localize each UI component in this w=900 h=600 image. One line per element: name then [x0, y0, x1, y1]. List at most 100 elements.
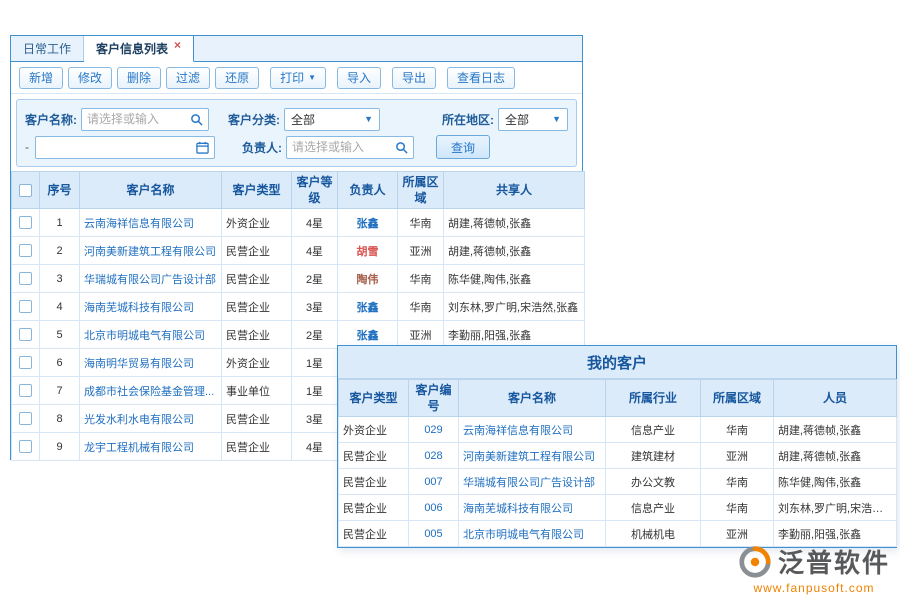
select-all-checkbox[interactable] [19, 184, 32, 197]
customer-table-header-row: 序号 客户名称 客户类型 客户等级 负责人 所属区域 共享人 [12, 172, 585, 209]
customer-row[interactable]: 4 海南芜城科技有限公司 民营企业 3星 张鑫 华南 刘东林,罗广明,宋浩然,张… [12, 293, 585, 321]
cell-index: 2 [40, 237, 80, 265]
row-checkbox[interactable] [19, 244, 32, 257]
query-button[interactable]: 查询 [436, 135, 490, 159]
cell-region: 华南 [701, 495, 774, 521]
calendar-icon[interactable] [196, 141, 209, 154]
cell-customer-type: 民营企业 [222, 433, 292, 461]
my-customer-row[interactable]: 民营企业 006 海南芜城科技有限公司 信息产业 华南 刘东林,罗广明,宋浩然,… [339, 495, 897, 521]
chevron-down-icon: ▼ [364, 114, 373, 124]
customer-category-select[interactable]: 全部 ▼ [284, 108, 380, 131]
cell-customer-name: 北京市明城电气有限公司 [80, 321, 222, 349]
cell-index: 6 [40, 349, 80, 377]
row-checkbox[interactable] [19, 412, 32, 425]
cell-customer-name: 光发水利水电有限公司 [80, 405, 222, 433]
cell-industry: 机械机电 [606, 521, 701, 547]
cell-index: 1 [40, 209, 80, 237]
cell-type: 民营企业 [339, 469, 409, 495]
row-checkbox[interactable] [19, 384, 32, 397]
owner-link[interactable]: 张鑫 [357, 218, 379, 230]
date-input-wrap [35, 136, 215, 159]
cell-customer-type: 民营企业 [222, 405, 292, 433]
customer-name-link[interactable]: 河南美新建筑工程有限公司 [84, 246, 216, 258]
region-filter-value: 全部 [505, 111, 529, 128]
cell-type: 民营企业 [339, 521, 409, 547]
customer-name-link[interactable]: 北京市明城电气有限公司 [84, 330, 205, 342]
customer-code-link[interactable]: 029 [424, 424, 442, 436]
fanpu-logo: 泛普软件 www.fanpusoft.com [738, 543, 890, 595]
my-customer-row[interactable]: 民营企业 007 华瑞城有限公司广告设计部 办公文教 华南 陈华健,陶伟,张鑫 [339, 469, 897, 495]
search-icon[interactable] [395, 141, 408, 154]
cell-shared: 胡建,蒋德帧,张鑫 [444, 237, 585, 265]
import-button[interactable]: 导入 [337, 67, 381, 89]
owner-link[interactable]: 张鑫 [357, 302, 379, 314]
region-filter-select[interactable]: 全部 ▼ [498, 108, 568, 131]
cell-index: 5 [40, 321, 80, 349]
view-log-button[interactable]: 查看日志 [447, 67, 515, 89]
print-button-label: 打印 [280, 69, 304, 86]
cell-index: 8 [40, 405, 80, 433]
customer-name-label: 客户名称: [25, 111, 77, 128]
cell-customer-name: 龙宇工程机械有限公司 [80, 433, 222, 461]
owner-link[interactable]: 张鑫 [357, 330, 379, 342]
cell-customer-name: 河南美新建筑工程有限公司 [80, 237, 222, 265]
customer-name-link[interactable]: 云南海祥信息有限公司 [463, 425, 573, 437]
add-button[interactable]: 新增 [19, 67, 63, 89]
customer-name-link[interactable]: 光发水利水电有限公司 [84, 414, 194, 426]
cell-index: 4 [40, 293, 80, 321]
restore-button[interactable]: 还原 [215, 67, 259, 89]
row-checkbox[interactable] [19, 440, 32, 453]
row-checkbox[interactable] [19, 328, 32, 341]
row-checkbox[interactable] [19, 216, 32, 229]
cell-level: 1星 [292, 377, 338, 405]
customer-row[interactable]: 3 华瑞城有限公司广告设计部 民营企业 2星 陶伟 华南 陈华健,陶伟,张鑫 [12, 265, 585, 293]
customer-code-link[interactable]: 006 [424, 502, 442, 514]
cell-owner: 胡雪 [338, 237, 398, 265]
customer-name-link[interactable]: 河南美新建筑工程有限公司 [463, 451, 595, 463]
tab-customer-list[interactable]: 客户信息列表 × [84, 36, 194, 62]
checkbox-cell [12, 349, 40, 377]
customer-name-link[interactable]: 华瑞城有限公司广告设计部 [463, 477, 595, 489]
customer-name-link[interactable]: 海南明华贸易有限公司 [84, 358, 194, 370]
customer-category-label: 客户分类: [228, 111, 280, 128]
cell-customer-name: 海南明华贸易有限公司 [80, 349, 222, 377]
tab-daily-work[interactable]: 日常工作 [11, 36, 84, 61]
owner-link[interactable]: 陶伟 [357, 274, 379, 286]
cell-region: 华南 [398, 265, 444, 293]
customer-code-link[interactable]: 005 [424, 528, 442, 540]
customer-name-link[interactable]: 海南芜城科技有限公司 [463, 503, 573, 515]
owner-input[interactable] [292, 140, 395, 154]
customer-code-link[interactable]: 007 [424, 476, 442, 488]
header-name: 客户名称 [459, 380, 606, 417]
cell-customer-name: 华瑞城有限公司广告设计部 [80, 265, 222, 293]
print-button[interactable]: 打印 ▼ [270, 67, 326, 89]
close-icon[interactable]: × [174, 39, 181, 51]
customer-name-input[interactable] [87, 112, 190, 126]
my-customer-row[interactable]: 外资企业 029 云南海祥信息有限公司 信息产业 华南 胡建,蒋德帧,张鑫 [339, 417, 897, 443]
customer-name-link[interactable]: 北京市明城电气有限公司 [463, 529, 584, 541]
customer-name-link[interactable]: 华瑞城有限公司广告设计部 [84, 274, 216, 286]
cell-level: 4星 [292, 237, 338, 265]
my-customer-row[interactable]: 民营企业 028 河南美新建筑工程有限公司 建筑建材 亚洲 胡建,蒋德帧,张鑫 [339, 443, 897, 469]
row-checkbox[interactable] [19, 356, 32, 369]
filter-button[interactable]: 过滤 [166, 67, 210, 89]
edit-button[interactable]: 修改 [68, 67, 112, 89]
date-input[interactable] [41, 140, 196, 154]
export-button[interactable]: 导出 [392, 67, 436, 89]
customer-name-link[interactable]: 海南芜城科技有限公司 [84, 302, 194, 314]
delete-button[interactable]: 删除 [117, 67, 161, 89]
customer-name-link[interactable]: 成都市社会保险基金管理... [84, 386, 214, 398]
customer-row[interactable]: 1 云南海祥信息有限公司 外资企业 4星 张鑫 华南 胡建,蒋德帧,张鑫 [12, 209, 585, 237]
header-customer-name: 客户名称 [80, 172, 222, 209]
customer-row[interactable]: 2 河南美新建筑工程有限公司 民营企业 4星 胡雪 亚洲 胡建,蒋德帧,张鑫 [12, 237, 585, 265]
cell-level: 2星 [292, 321, 338, 349]
search-icon[interactable] [190, 113, 203, 126]
cell-customer-type: 民营企业 [222, 237, 292, 265]
row-checkbox[interactable] [19, 300, 32, 313]
my-customers-table: 客户类型 客户编号 客户名称 所属行业 所属区域 人员 外资企业 029 云南海… [338, 379, 897, 547]
owner-link[interactable]: 胡雪 [357, 246, 379, 258]
customer-name-link[interactable]: 云南海祥信息有限公司 [84, 218, 194, 230]
customer-name-link[interactable]: 龙宇工程机械有限公司 [84, 442, 194, 454]
customer-code-link[interactable]: 028 [424, 450, 442, 462]
row-checkbox[interactable] [19, 272, 32, 285]
